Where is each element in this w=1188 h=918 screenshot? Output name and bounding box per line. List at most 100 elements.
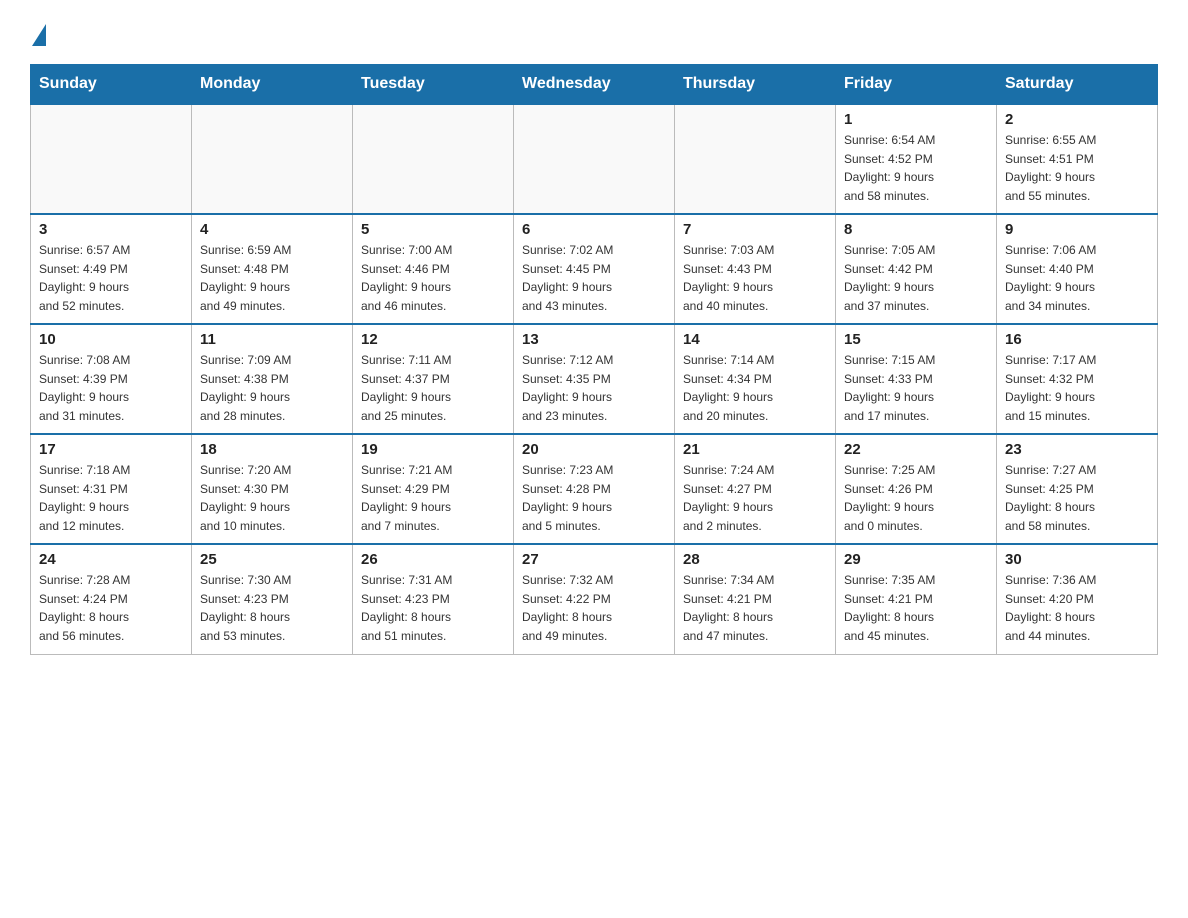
- calendar-cell: 8 Sunrise: 7:05 AMSunset: 4:42 PMDaylight…: [836, 214, 997, 324]
- day-number: 14: [683, 331, 827, 348]
- calendar-cell: [675, 104, 836, 214]
- calendar-cell: 18 Sunrise: 7:20 AMSunset: 4:30 PMDayligh…: [192, 434, 353, 544]
- week-row-2: 3 Sunrise: 6:57 AMSunset: 4:49 PMDaylight…: [31, 214, 1158, 324]
- day-number: 27: [522, 551, 666, 568]
- calendar-cell: 19 Sunrise: 7:21 AMSunset: 4:29 PMDayligh…: [353, 434, 514, 544]
- calendar-cell: 1 Sunrise: 6:54 AMSunset: 4:52 PMDaylight…: [836, 104, 997, 214]
- day-info: Sunrise: 7:28 AMSunset: 4:24 PMDaylight:…: [39, 571, 183, 645]
- calendar-cell: 25 Sunrise: 7:30 AMSunset: 4:23 PMDayligh…: [192, 544, 353, 654]
- day-number: 18: [200, 441, 344, 458]
- logo-triangle-icon: [32, 24, 46, 46]
- day-info: Sunrise: 7:24 AMSunset: 4:27 PMDaylight:…: [683, 461, 827, 535]
- day-number: 12: [361, 331, 505, 348]
- day-info: Sunrise: 6:57 AMSunset: 4:49 PMDaylight:…: [39, 241, 183, 315]
- day-number: 19: [361, 441, 505, 458]
- week-row-4: 17Sunrise: 7:18 AMSunset: 4:31 PMDayligh…: [31, 434, 1158, 544]
- day-info: Sunrise: 7:15 AMSunset: 4:33 PMDaylight:…: [844, 351, 988, 425]
- day-info: Sunrise: 7:23 AMSunset: 4:28 PMDaylight:…: [522, 461, 666, 535]
- day-number: 3: [39, 221, 183, 238]
- week-row-1: 1 Sunrise: 6:54 AMSunset: 4:52 PMDaylight…: [31, 104, 1158, 214]
- day-info: Sunrise: 7:09 AMSunset: 4:38 PMDaylight:…: [200, 351, 344, 425]
- day-number: 8: [844, 221, 988, 238]
- day-info: Sunrise: 6:54 AMSunset: 4:52 PMDaylight:…: [844, 131, 988, 205]
- calendar-cell: 15 Sunrise: 7:15 AMSunset: 4:33 PMDayligh…: [836, 324, 997, 434]
- day-number: 10: [39, 331, 183, 348]
- week-row-5: 24 Sunrise: 7:28 AMSunset: 4:24 PMDayligh…: [31, 544, 1158, 654]
- day-info: Sunrise: 6:55 AMSunset: 4:51 PMDaylight:…: [1005, 131, 1149, 205]
- calendar-cell: 22 Sunrise: 7:25 AMSunset: 4:26 PMDayligh…: [836, 434, 997, 544]
- calendar-cell: 5 Sunrise: 7:00 AMSunset: 4:46 PMDaylight…: [353, 214, 514, 324]
- day-number: 13: [522, 331, 666, 348]
- calendar-cell: 2 Sunrise: 6:55 AMSunset: 4:51 PMDaylight…: [997, 104, 1158, 214]
- calendar-cell: 23Sunrise: 7:27 AMSunset: 4:25 PMDayligh…: [997, 434, 1158, 544]
- weekday-header-friday: Friday: [836, 65, 997, 105]
- weekday-header-thursday: Thursday: [675, 65, 836, 105]
- day-number: 16: [1005, 331, 1149, 348]
- day-info: Sunrise: 7:05 AMSunset: 4:42 PMDaylight:…: [844, 241, 988, 315]
- day-number: 17: [39, 441, 183, 458]
- day-info: Sunrise: 6:59 AMSunset: 4:48 PMDaylight:…: [200, 241, 344, 315]
- calendar-cell: 11 Sunrise: 7:09 AMSunset: 4:38 PMDayligh…: [192, 324, 353, 434]
- day-info: Sunrise: 7:32 AMSunset: 4:22 PMDaylight:…: [522, 571, 666, 645]
- day-number: 20: [522, 441, 666, 458]
- calendar-cell: 26 Sunrise: 7:31 AMSunset: 4:23 PMDayligh…: [353, 544, 514, 654]
- day-number: 15: [844, 331, 988, 348]
- day-number: 28: [683, 551, 827, 568]
- calendar-cell: 27 Sunrise: 7:32 AMSunset: 4:22 PMDayligh…: [514, 544, 675, 654]
- day-info: Sunrise: 7:14 AMSunset: 4:34 PMDaylight:…: [683, 351, 827, 425]
- day-info: Sunrise: 7:21 AMSunset: 4:29 PMDaylight:…: [361, 461, 505, 535]
- day-number: 7: [683, 221, 827, 238]
- weekday-header-monday: Monday: [192, 65, 353, 105]
- day-info: Sunrise: 7:02 AMSunset: 4:45 PMDaylight:…: [522, 241, 666, 315]
- day-number: 2: [1005, 111, 1149, 128]
- weekday-header-tuesday: Tuesday: [353, 65, 514, 105]
- calendar-cell: [353, 104, 514, 214]
- calendar-cell: 3 Sunrise: 6:57 AMSunset: 4:49 PMDaylight…: [31, 214, 192, 324]
- calendar-cell: 30Sunrise: 7:36 AMSunset: 4:20 PMDayligh…: [997, 544, 1158, 654]
- day-number: 29: [844, 551, 988, 568]
- day-number: 22: [844, 441, 988, 458]
- calendar-cell: 28Sunrise: 7:34 AMSunset: 4:21 PMDayligh…: [675, 544, 836, 654]
- day-info: Sunrise: 7:35 AMSunset: 4:21 PMDaylight:…: [844, 571, 988, 645]
- day-number: 24: [39, 551, 183, 568]
- day-info: Sunrise: 7:06 AMSunset: 4:40 PMDaylight:…: [1005, 241, 1149, 315]
- day-info: Sunrise: 7:20 AMSunset: 4:30 PMDaylight:…: [200, 461, 344, 535]
- day-number: 11: [200, 331, 344, 348]
- day-number: 6: [522, 221, 666, 238]
- day-number: 25: [200, 551, 344, 568]
- calendar-cell: 10 Sunrise: 7:08 AMSunset: 4:39 PMDayligh…: [31, 324, 192, 434]
- day-number: 4: [200, 221, 344, 238]
- calendar-cell: 14 Sunrise: 7:14 AMSunset: 4:34 PMDayligh…: [675, 324, 836, 434]
- calendar-cell: 24 Sunrise: 7:28 AMSunset: 4:24 PMDayligh…: [31, 544, 192, 654]
- calendar-cell: 20 Sunrise: 7:23 AMSunset: 4:28 PMDayligh…: [514, 434, 675, 544]
- day-info: Sunrise: 7:03 AMSunset: 4:43 PMDaylight:…: [683, 241, 827, 315]
- calendar-cell: [31, 104, 192, 214]
- calendar-cell: 29 Sunrise: 7:35 AMSunset: 4:21 PMDayligh…: [836, 544, 997, 654]
- week-row-3: 10 Sunrise: 7:08 AMSunset: 4:39 PMDayligh…: [31, 324, 1158, 434]
- day-number: 26: [361, 551, 505, 568]
- calendar-cell: 17Sunrise: 7:18 AMSunset: 4:31 PMDayligh…: [31, 434, 192, 544]
- day-info: Sunrise: 7:11 AMSunset: 4:37 PMDaylight:…: [361, 351, 505, 425]
- day-number: 21: [683, 441, 827, 458]
- day-number: 9: [1005, 221, 1149, 238]
- day-info: Sunrise: 7:27 AMSunset: 4:25 PMDaylight:…: [1005, 461, 1149, 535]
- day-number: 5: [361, 221, 505, 238]
- day-info: Sunrise: 7:12 AMSunset: 4:35 PMDaylight:…: [522, 351, 666, 425]
- weekday-header-wednesday: Wednesday: [514, 65, 675, 105]
- calendar-cell: 13 Sunrise: 7:12 AMSunset: 4:35 PMDayligh…: [514, 324, 675, 434]
- calendar-cell: 12 Sunrise: 7:11 AMSunset: 4:37 PMDayligh…: [353, 324, 514, 434]
- day-number: 1: [844, 111, 988, 128]
- day-info: Sunrise: 7:25 AMSunset: 4:26 PMDaylight:…: [844, 461, 988, 535]
- day-info: Sunrise: 7:30 AMSunset: 4:23 PMDaylight:…: [200, 571, 344, 645]
- calendar-cell: 6 Sunrise: 7:02 AMSunset: 4:45 PMDaylight…: [514, 214, 675, 324]
- day-info: Sunrise: 7:08 AMSunset: 4:39 PMDaylight:…: [39, 351, 183, 425]
- day-info: Sunrise: 7:31 AMSunset: 4:23 PMDaylight:…: [361, 571, 505, 645]
- calendar-cell: 9 Sunrise: 7:06 AMSunset: 4:40 PMDaylight…: [997, 214, 1158, 324]
- calendar-cell: 7 Sunrise: 7:03 AMSunset: 4:43 PMDaylight…: [675, 214, 836, 324]
- calendar-cell: 21 Sunrise: 7:24 AMSunset: 4:27 PMDayligh…: [675, 434, 836, 544]
- weekday-header-sunday: Sunday: [31, 65, 192, 105]
- weekday-header-row: SundayMondayTuesdayWednesdayThursdayFrid…: [31, 65, 1158, 105]
- page-header: [30, 20, 1158, 46]
- calendar-cell: 4 Sunrise: 6:59 AMSunset: 4:48 PMDaylight…: [192, 214, 353, 324]
- day-info: Sunrise: 7:00 AMSunset: 4:46 PMDaylight:…: [361, 241, 505, 315]
